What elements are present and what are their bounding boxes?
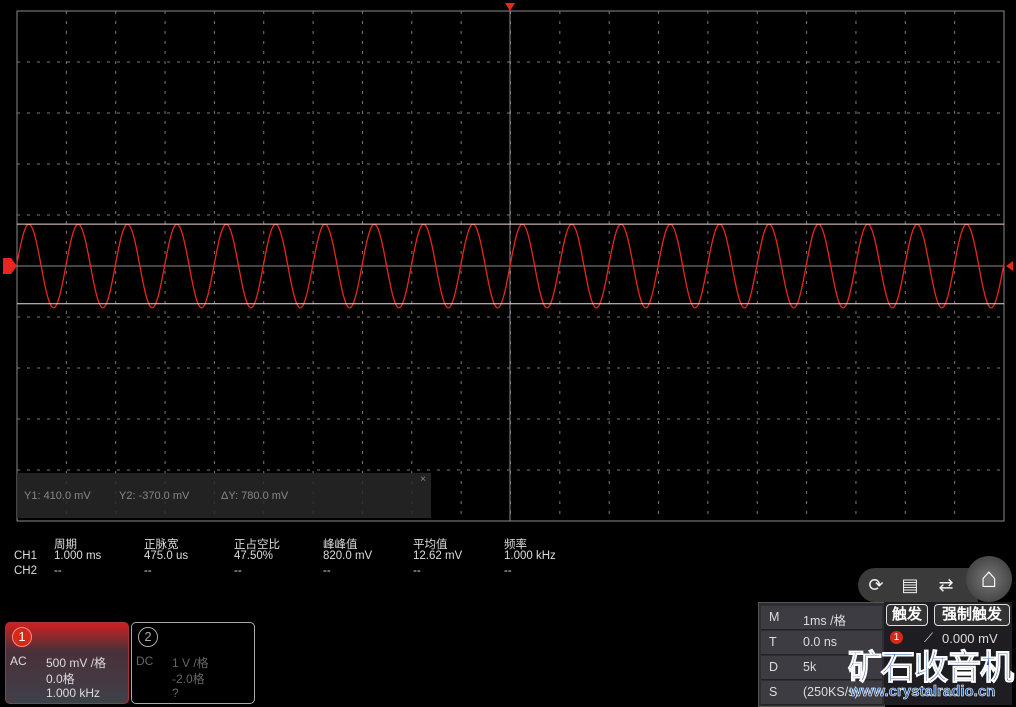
trigger-delay: 0.0 ns [803,635,838,649]
cursor-y1-value: Y1: 410.0 mV [24,490,91,502]
measurement-value: 12.62 mV [413,550,463,562]
quick-toolbar: ⟳ ▤ ⇄ [858,568,978,602]
cursor-readout-panel: Y1: 410.0 mV Y2: -370.0 mV ΔY: 780.0 mV … [17,473,431,518]
ch2-offset: -2.0格 [172,672,205,686]
ch1-offset: 0.0格 [46,672,75,686]
trigger-position-marker[interactable] [505,3,515,11]
force-trigger-button[interactable]: 强制触发 [934,604,1010,626]
s-label: S [769,685,778,699]
measurement-value: -- [323,565,331,577]
watermark-url: www.crystalradio.cn [850,683,996,701]
measurement-value: 475.0 us [144,550,189,562]
measurement-value: -- [54,565,62,577]
measurement-value: -- [144,565,152,577]
switch-window-icon[interactable]: ⇄ [932,572,960,598]
timebase-scale: 1ms /格 [803,614,847,628]
ch2-badge: 2 [138,627,158,647]
waveform-display[interactable] [0,0,1016,530]
t-label: T [769,635,777,649]
auto-set-icon[interactable]: ⟳ [862,572,890,598]
measurement-row-label: CH1 [14,550,38,562]
trigger-level-marker[interactable] [1006,261,1013,271]
ch1-frequency: 1.000 kHz [46,686,101,700]
ch1-settings-box[interactable]: 1 AC 500 mV /格 0.0格 1.000 kHz [5,622,129,704]
ch2-coupling: DC [136,654,154,668]
close-icon[interactable]: × [420,474,426,485]
m-label: M [769,610,780,624]
measurement-value: 1.000 ms [54,550,102,562]
measurement-row-label: CH2 [14,565,38,577]
cursor-delta-value: ΔY: 780.0 mV [221,490,289,502]
ch1-badge: 1 [12,627,32,647]
ch2-settings-box[interactable]: 2 DC 1 V /格 -2.0格 ? [131,622,255,704]
measurement-value: 47.50% [234,550,274,562]
measurement-value: 1.000 kHz [504,550,556,562]
ch2-frequency: ? [172,686,179,700]
measurement-value: 820.0 mV [323,550,373,562]
home-icon[interactable]: ⌂ [966,556,1012,602]
memory-depth: 5k [803,660,817,674]
ch1-scale: 500 mV /格 [46,656,107,670]
measurement-value: -- [504,565,512,577]
d-label: D [769,660,779,674]
cursor-y2-value: Y2: -370.0 mV [119,490,190,502]
ch2-scale: 1 V /格 [172,656,209,670]
measurement-value: -- [413,565,421,577]
watermark-logo: 矿石收音机 [848,649,1015,688]
ch1-offset-marker[interactable] [3,258,17,274]
ch1-coupling: AC [10,654,27,668]
trigger-button[interactable]: 触发 [886,604,928,626]
measurement-value: -- [234,565,242,577]
save-icon[interactable]: ▤ [896,572,924,598]
